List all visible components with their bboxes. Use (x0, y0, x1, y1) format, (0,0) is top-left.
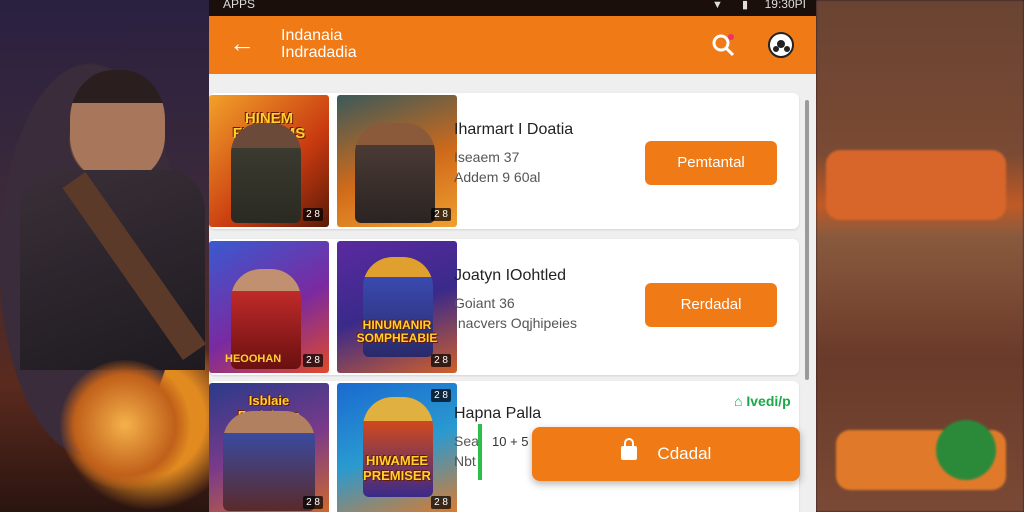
game-thumbnail[interactable]: 2 8 (337, 95, 457, 227)
toast-text: 10 + 5 (492, 434, 529, 449)
verified-badge: ⌂ Ivedi/p (734, 393, 791, 409)
scrollbar[interactable] (805, 100, 809, 380)
game-thumbnail[interactable]: HINEM FLEKAMS 2 8 (209, 95, 329, 227)
thumbnail-badge: 2 8 (431, 208, 451, 221)
page-title: Indanaia Indradadia (281, 27, 357, 61)
app-window: APPS ▼ ▮ 19:30PI ← Indanaia Indradadia H… (209, 0, 816, 512)
item-title: Joatyn IOohtled (454, 267, 567, 284)
thumbnail-badge: 2 8 (431, 354, 451, 367)
hero-head-art (70, 70, 165, 180)
blurred-icon-shape (936, 420, 996, 480)
thumbnail-badge: 2 8 (303, 354, 323, 367)
item-action-button[interactable]: Rerdadal (645, 283, 777, 327)
primary-action-button[interactable]: Cdadal (532, 427, 800, 481)
thumbnail-badge: 2 8 (303, 496, 323, 509)
status-label: APPS (223, 0, 256, 11)
blurred-button-shape (826, 150, 1006, 220)
thumbnail-badge: 2 8 (431, 496, 451, 509)
character-figure (355, 123, 435, 223)
item-subtitle: Iseaem 37 (454, 149, 520, 165)
thumbnail-banner: HIWAMEE PREMISER (363, 453, 431, 483)
background-blurred-app (816, 0, 1024, 512)
item-subtitle: Goiant 36 (454, 295, 515, 311)
item-title: Hapna Palla (454, 405, 542, 422)
thumbnail-caption: HEOOHAN (225, 353, 282, 365)
status-time: 19:30PI (764, 0, 806, 11)
item-subtitle: Inacvers Oqjhipeies (454, 315, 577, 331)
thumbnail-banner: HINUMANIR SOMPHEABIE (356, 318, 438, 345)
back-arrow-icon[interactable]: ← (229, 28, 255, 58)
thumbnail-badge: 2 8 (303, 208, 323, 221)
item-subtitle: Sea (454, 433, 479, 449)
list-item[interactable]: HEOOHAN 2 8 HINUMANIR SOMPHEABIE 2 8 Joa… (209, 239, 799, 375)
item-subtitle: Addem 9 60al (454, 169, 541, 185)
character-figure (231, 123, 301, 223)
home-check-icon: ⌂ (734, 393, 743, 409)
background-hero-art (0, 0, 210, 512)
primary-action-label: Cdadal (657, 444, 712, 463)
game-thumbnail[interactable]: HINUMANIR SOMPHEABIE 2 8 (337, 241, 457, 373)
search-icon[interactable] (710, 32, 736, 58)
page-title-line1: Indanaia (281, 27, 343, 44)
item-title: Iharmart I Doatia (454, 121, 574, 138)
page-title-line2: Indradadia (281, 44, 357, 61)
game-thumbnail[interactable]: HIWAMEE PREMISER 2 8 2 8 (337, 383, 457, 512)
item-subtitle: Nbt (454, 453, 476, 469)
lock-icon (620, 438, 637, 460)
character-figure (223, 411, 315, 511)
item-action-button[interactable]: Pemtantal (645, 141, 777, 185)
game-thumbnail[interactable]: Isblaie Rerishess 2 8 (209, 383, 329, 512)
soccer-ball-icon[interactable] (768, 32, 794, 58)
hero-glow-art (60, 360, 190, 490)
toast-notification: 10 + 5 (478, 424, 538, 480)
status-bar: APPS ▼ ▮ 19:30PI (209, 0, 816, 16)
game-thumbnail[interactable]: HEOOHAN 2 8 (209, 241, 329, 373)
thumbnail-badge: 2 8 (431, 389, 451, 402)
status-icons: ▼ ▮ (712, 0, 756, 11)
verified-label: Ivedi/p (746, 393, 791, 409)
list-item[interactable]: HINEM FLEKAMS 2 8 2 8 Iharmart I Doatia … (209, 93, 799, 229)
app-bar: ← Indanaia Indradadia (209, 16, 816, 74)
